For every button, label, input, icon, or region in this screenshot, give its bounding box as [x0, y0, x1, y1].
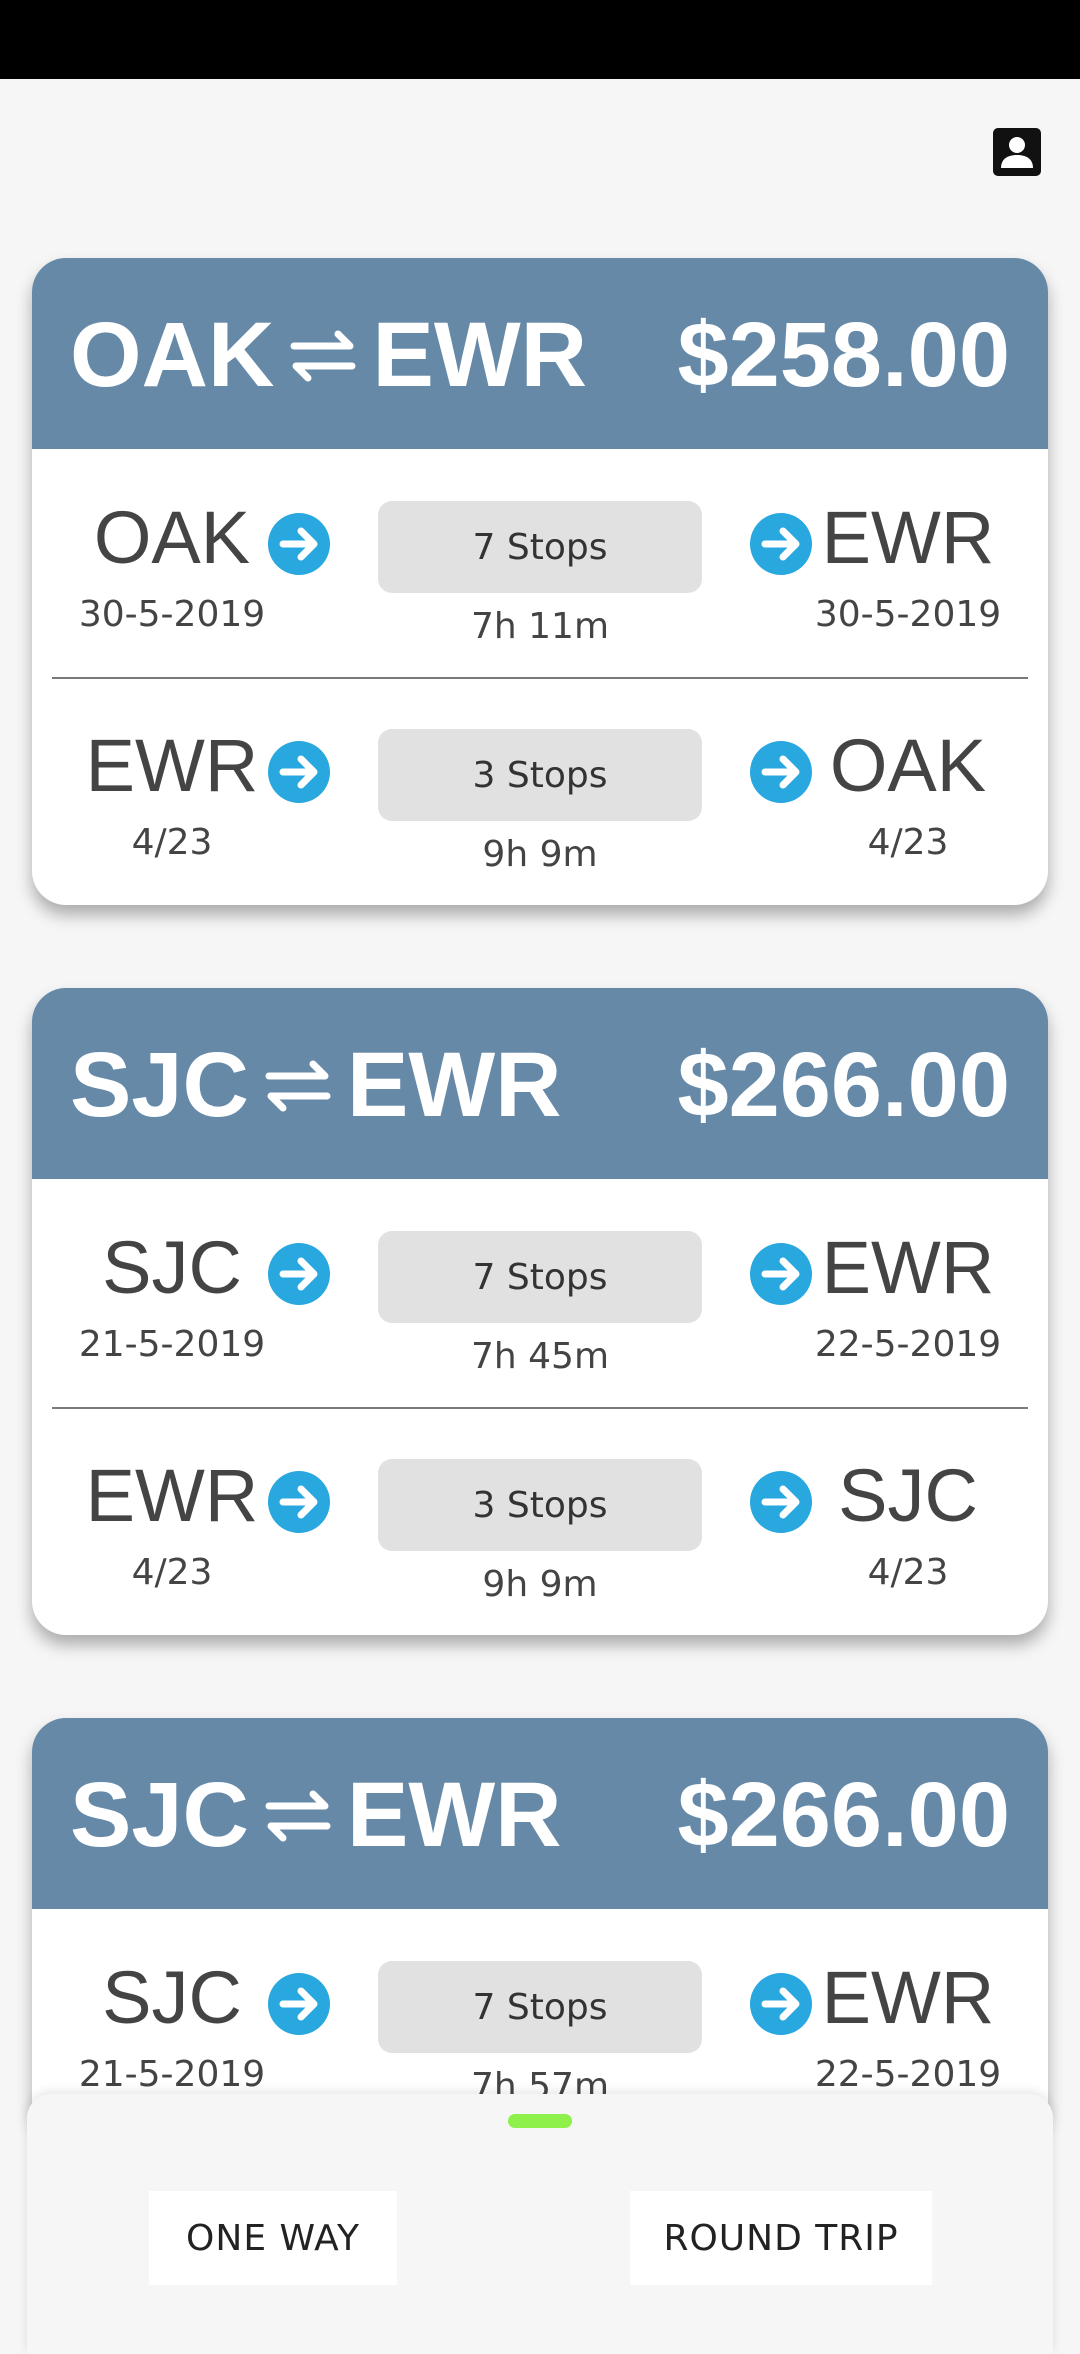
- leg-origin-date: 4/23: [131, 1552, 213, 1593]
- trip-type-bottom-sheet: ONE WAY ROUND TRIP: [27, 2094, 1053, 2354]
- leg-origin-code: SJC: [102, 1956, 242, 2039]
- leg-divider: [52, 1407, 1028, 1409]
- leg-divider: [52, 677, 1028, 679]
- price: $258.00: [677, 304, 1010, 406]
- flight-leg: SJC 21-5-2019 7 Stops 7h 45m EWR 22-5-20…: [32, 1179, 1048, 1407]
- arrow-right-circle-icon: [267, 1972, 331, 2036]
- leg-origin-code: SJC: [102, 1226, 242, 1309]
- route-origin: OAK: [70, 304, 275, 406]
- leg-destination-code: SJC: [838, 1454, 978, 1537]
- leg-origin-date: 21-5-2019: [78, 2054, 266, 2095]
- account-box-icon[interactable]: [993, 128, 1041, 176]
- stops-badge: 3 Stops: [378, 1459, 702, 1551]
- card-header: SJC EWR $266.00: [32, 988, 1048, 1179]
- flight-duration: 9h 9m: [482, 834, 598, 875]
- status-bar: [0, 0, 1080, 79]
- leg-destination-code: EWR: [821, 496, 995, 579]
- arrow-right-circle-icon: [267, 740, 331, 804]
- sheet-drag-handle[interactable]: [508, 2114, 572, 2128]
- route-destination: EWR: [372, 304, 588, 406]
- leg-origin-date: 21-5-2019: [78, 1324, 266, 1365]
- leg-origin-date: 4/23: [131, 822, 213, 863]
- card-header: SJC EWR $266.00: [32, 1718, 1048, 1909]
- route-origin: SJC: [70, 1764, 249, 1866]
- flight-leg: EWR 4/23 3 Stops 9h 9m SJC 4/23: [32, 1407, 1048, 1635]
- route-title: SJC EWR: [70, 1033, 562, 1138]
- leg-origin-date: 30-5-2019: [78, 594, 266, 635]
- flight-duration: 7h 11m: [470, 606, 610, 647]
- flight-leg: OAK 30-5-2019 7 Stops 7h 11m EWR 30-5-20…: [32, 449, 1048, 677]
- flight-card[interactable]: SJC EWR $266.00 SJC 21-5-2019 7 Stops 7h…: [32, 1718, 1048, 2137]
- leg-destination-date: 30-5-2019: [814, 594, 1002, 635]
- one-way-button[interactable]: ONE WAY: [149, 2191, 397, 2285]
- route-origin: SJC: [70, 1034, 249, 1136]
- leg-destination-date: 4/23: [867, 822, 949, 863]
- leg-origin-code: OAK: [93, 496, 251, 579]
- stops-badge: 3 Stops: [378, 729, 702, 821]
- stops-badge: 7 Stops: [378, 1961, 702, 2053]
- leg-destination-code: OAK: [829, 724, 987, 807]
- card-header: OAK EWR $258.00: [32, 258, 1048, 449]
- flight-card[interactable]: SJC EWR $266.00 SJC 21-5-2019 7 Stops 7h…: [32, 988, 1048, 1635]
- leg-destination-date: 22-5-2019: [814, 2054, 1002, 2095]
- leg-destination-date: 4/23: [867, 1552, 949, 1593]
- flight-duration: 9h 9m: [482, 1564, 598, 1605]
- leg-destination-date: 22-5-2019: [814, 1324, 1002, 1365]
- flight-leg: EWR 4/23 3 Stops 9h 9m OAK 4/23: [32, 677, 1048, 905]
- flight-card[interactable]: OAK EWR $258.00 OAK 30-5-2019 7 Stops 7h…: [32, 258, 1048, 905]
- route-title: OAK EWR: [70, 303, 587, 408]
- flight-duration: 7h 45m: [470, 1336, 610, 1377]
- leg-origin-code: EWR: [85, 724, 259, 807]
- leg-destination-code: EWR: [821, 1956, 995, 2039]
- route-destination: EWR: [346, 1034, 562, 1136]
- price: $266.00: [677, 1034, 1010, 1136]
- route-destination: EWR: [346, 1764, 562, 1866]
- arrow-right-circle-icon: [267, 512, 331, 576]
- leg-destination-code: EWR: [821, 1226, 995, 1309]
- price: $266.00: [677, 1764, 1010, 1866]
- swap-arrows-icon: [263, 1786, 333, 1846]
- route-title: SJC EWR: [70, 1763, 562, 1868]
- swap-arrows-icon: [263, 1056, 333, 1116]
- arrow-right-circle-icon: [267, 1470, 331, 1534]
- leg-origin-code: EWR: [85, 1454, 259, 1537]
- stops-badge: 7 Stops: [378, 501, 702, 593]
- swap-arrows-icon: [288, 326, 358, 386]
- arrow-right-circle-icon: [267, 1242, 331, 1306]
- round-trip-button[interactable]: ROUND TRIP: [630, 2191, 932, 2285]
- stops-badge: 7 Stops: [378, 1231, 702, 1323]
